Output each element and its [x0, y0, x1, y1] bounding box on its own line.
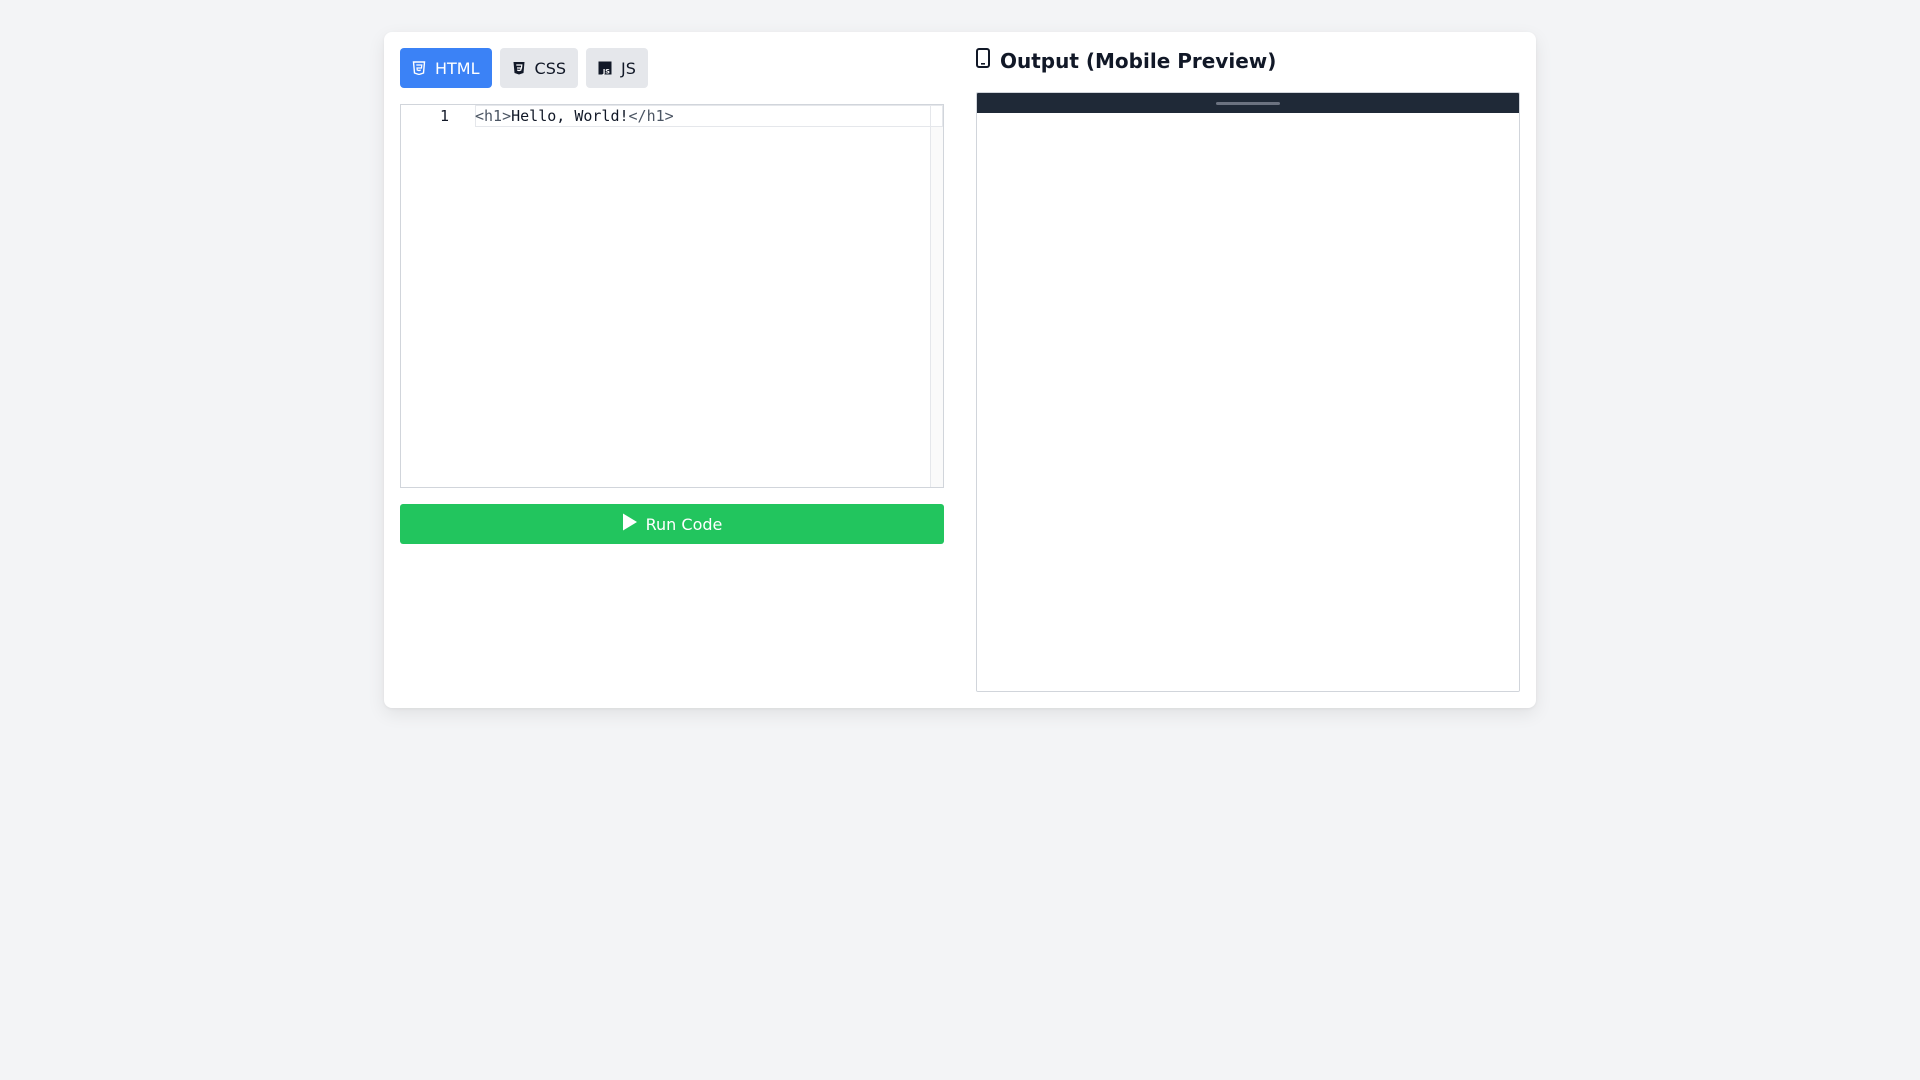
playground-card: HTML CSS JS JS 1 <h1>Hello, World!</h1> … [384, 32, 1536, 708]
run-code-label: Run Code [645, 514, 723, 534]
tab-html-label: HTML [435, 58, 480, 78]
html5-icon [412, 61, 426, 75]
code-open-tag: <h1> [475, 107, 512, 125]
preview-viewport[interactable] [977, 113, 1519, 691]
run-code-button[interactable]: Run Code [400, 504, 944, 544]
tab-css[interactable]: CSS [499, 48, 579, 88]
tab-js-label: JS [621, 58, 636, 78]
code-line[interactable]: 1 <h1>Hello, World!</h1> [401, 105, 931, 127]
mobile-phone-icon [976, 48, 990, 73]
line-number: 1 [439, 107, 449, 125]
svg-text:JS: JS [602, 68, 610, 76]
css3-icon [512, 61, 526, 75]
play-icon [622, 513, 638, 535]
editor-tabs: HTML CSS JS JS [400, 48, 648, 88]
output-title: Output (Mobile Preview) [1000, 48, 1277, 73]
code-text[interactable]: <h1>Hello, World!</h1> [475, 107, 674, 125]
tab-js[interactable]: JS JS [586, 48, 648, 88]
editor-scrollbar[interactable] [930, 105, 943, 487]
code-editor[interactable]: 1 <h1>Hello, World!</h1> [400, 104, 944, 488]
output-header: Output (Mobile Preview) [976, 48, 1276, 73]
mobile-preview-frame [976, 92, 1520, 692]
code-close-tag: </h1> [628, 107, 674, 125]
js-icon: JS [598, 61, 612, 75]
tab-css-label: CSS [534, 58, 567, 78]
tab-html[interactable]: HTML [400, 48, 492, 88]
preview-status-bar [977, 93, 1519, 113]
code-content: Hello, World! [511, 107, 629, 125]
editor-scrollbar-thumb[interactable] [930, 105, 943, 127]
preview-notch [1216, 101, 1280, 105]
